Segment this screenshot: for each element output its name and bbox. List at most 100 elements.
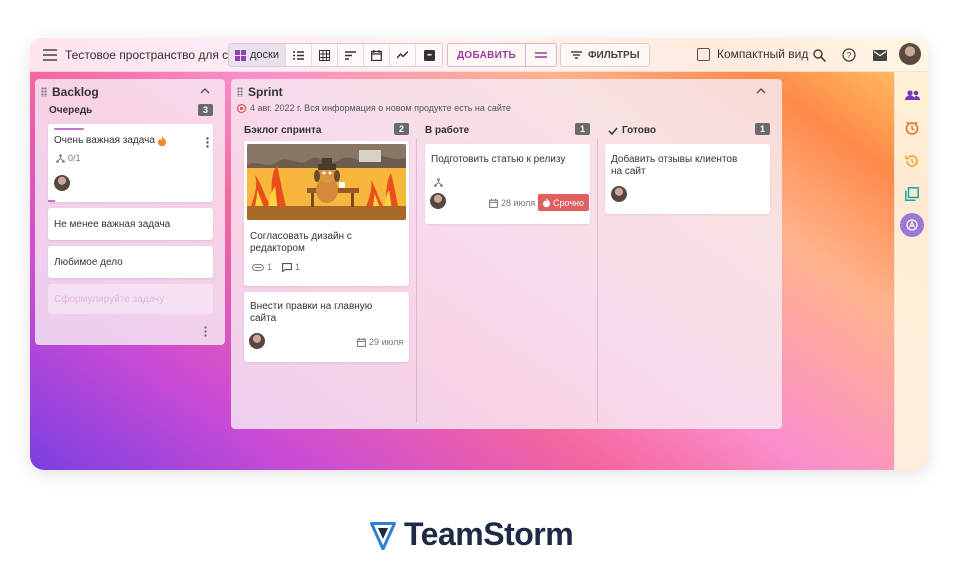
urgent-badge: Срочно	[538, 194, 589, 211]
task-title: Подготовить статью к релизу	[431, 154, 566, 165]
column-count: 1	[575, 123, 590, 135]
task-card[interactable]: Подготовить статью к релизу 28 июля Сроч…	[425, 144, 590, 224]
filter-icon	[571, 51, 582, 59]
help-icon[interactable]: ?	[838, 44, 860, 66]
queue-count: 3	[198, 104, 213, 116]
compact-checkbox[interactable]	[697, 47, 710, 61]
column-title: В работе	[425, 125, 470, 136]
compact-view-toggle[interactable]: Компактный вид	[697, 47, 808, 61]
add-button[interactable]: ДОБАВИТЬ	[448, 44, 527, 66]
collapse-sprint-icon[interactable]	[756, 83, 766, 97]
attachments-count: 1	[267, 262, 273, 272]
due-date: 28 июля	[489, 198, 535, 208]
task-card[interactable]: Любимое дело	[48, 246, 213, 278]
sprint-panel: Sprint 4 авг. 2022 г. Вся информация о н…	[231, 79, 782, 429]
sprint-info-text: 4 авг. 2022 г. Вся информация о новом пр…	[250, 103, 511, 113]
new-task-input[interactable]: Сформулируйте задачу	[48, 284, 213, 314]
task-title-row: Очень важная задача	[54, 135, 166, 147]
column-title: Готово	[622, 125, 657, 136]
space-title[interactable]: Тестовое пространство для с...	[65, 48, 238, 62]
subtasks-indicator: 0/1	[56, 153, 81, 163]
task-card[interactable]: Внести правки на главную сайта 29 июля	[244, 292, 409, 362]
column-count: 1	[755, 123, 770, 135]
queue-label: Очередь	[49, 105, 93, 116]
view-switcher: ДОСКИ	[228, 43, 443, 67]
attachment-icon	[252, 263, 264, 271]
sprint-title: Sprint	[248, 85, 283, 99]
urgent-label: Срочно	[553, 197, 584, 208]
calendar-icon	[489, 198, 498, 208]
list-view-icon[interactable]	[286, 44, 312, 66]
logo-icon	[370, 521, 396, 550]
assistant-icon[interactable]	[900, 213, 924, 237]
card-cover-image	[247, 144, 406, 220]
boards-view-button[interactable]: ДОСКИ	[229, 44, 286, 66]
task-card[interactable]: Согласовать дизайн с редактором 1 1	[244, 141, 409, 286]
task-title: Внести правки на главную сайта	[250, 301, 373, 324]
add-button-group: ДОБАВИТЬ	[447, 43, 558, 67]
drag-handle-icon[interactable]	[41, 87, 47, 97]
app-window: Тестовое пространство для с... ДОСКИ	[30, 38, 928, 470]
timer-icon[interactable]	[901, 117, 923, 139]
top-bar: Тестовое пространство для с... ДОСКИ	[30, 38, 928, 72]
task-card[interactable]: Добавить отзывы клиентов на сайт	[605, 144, 770, 214]
card-menu-icon[interactable]	[206, 135, 209, 153]
progress-marker	[48, 200, 55, 202]
menu-icon[interactable]	[39, 44, 61, 66]
assignee-avatar[interactable]	[249, 333, 265, 349]
task-card[interactable]: Не менее важная задача	[48, 208, 213, 240]
new-task-placeholder: Сформулируйте задачу	[54, 294, 165, 305]
backlog-header: Backlog	[41, 85, 99, 99]
assignee-avatar[interactable]	[54, 175, 70, 191]
column-divider	[416, 139, 417, 423]
archive-view-icon[interactable]	[416, 44, 442, 66]
compact-label: Компактный вид	[717, 47, 809, 61]
task-title: Добавить отзывы клиентов на сайт	[611, 154, 738, 177]
subtasks-icon	[434, 174, 443, 192]
priority-bar	[54, 128, 84, 130]
backlog-title: Backlog	[52, 85, 99, 99]
column-title: Бэклог спринта	[244, 125, 322, 136]
sprint-header: Sprint	[237, 85, 283, 99]
attachments-indicator: 1	[252, 262, 272, 272]
filters-label: ФИЛЬТРЫ	[588, 49, 640, 61]
add-options-icon[interactable]	[526, 44, 556, 66]
right-sidebar	[894, 72, 928, 470]
task-title: Согласовать дизайн с редактором	[250, 231, 352, 254]
filters-button[interactable]: ФИЛЬТРЫ	[560, 43, 651, 67]
due-date: 29 июля	[357, 337, 403, 347]
backlog-panel: Backlog Очередь 3 Очень важная задача 0/…	[35, 79, 225, 345]
svg-text:?: ?	[847, 50, 852, 60]
assignee-avatar[interactable]	[430, 193, 446, 209]
history-icon[interactable]	[901, 150, 923, 172]
task-title: Не менее важная задача	[54, 219, 171, 230]
comments-indicator: 1	[282, 262, 300, 272]
assignee-avatar[interactable]	[611, 186, 627, 202]
subtasks-count: 0/1	[68, 153, 81, 163]
backlog-menu-icon[interactable]	[204, 324, 207, 342]
mail-icon[interactable]	[869, 44, 891, 66]
chart-view-icon[interactable]	[390, 44, 416, 66]
task-card[interactable]: Очень важная задача 0/1	[48, 124, 213, 202]
sprint-info: 4 авг. 2022 г. Вся информация о новом пр…	[237, 103, 511, 113]
user-avatar[interactable]	[899, 43, 921, 65]
table-view-icon[interactable]	[312, 44, 338, 66]
search-icon[interactable]	[808, 44, 830, 66]
column-divider	[597, 139, 598, 423]
column-header-done: Готово	[608, 125, 656, 136]
collapse-backlog-icon[interactable]	[200, 83, 210, 97]
due-date-text: 28 июля	[501, 198, 536, 208]
calendar-view-icon[interactable]	[364, 44, 390, 66]
team-icon[interactable]	[901, 84, 923, 106]
brand-logo: TeamStorm	[370, 516, 574, 553]
task-title: Очень важная задача	[54, 135, 155, 146]
fire-icon	[157, 136, 166, 146]
sort-view-icon[interactable]	[338, 44, 364, 66]
drag-handle-icon[interactable]	[237, 87, 243, 97]
subtasks-icon	[56, 153, 65, 163]
comments-count: 1	[295, 262, 301, 272]
due-date-text: 29 июля	[369, 337, 404, 347]
comment-icon	[282, 262, 292, 272]
copy-icon[interactable]	[901, 183, 923, 205]
target-icon	[237, 103, 246, 113]
